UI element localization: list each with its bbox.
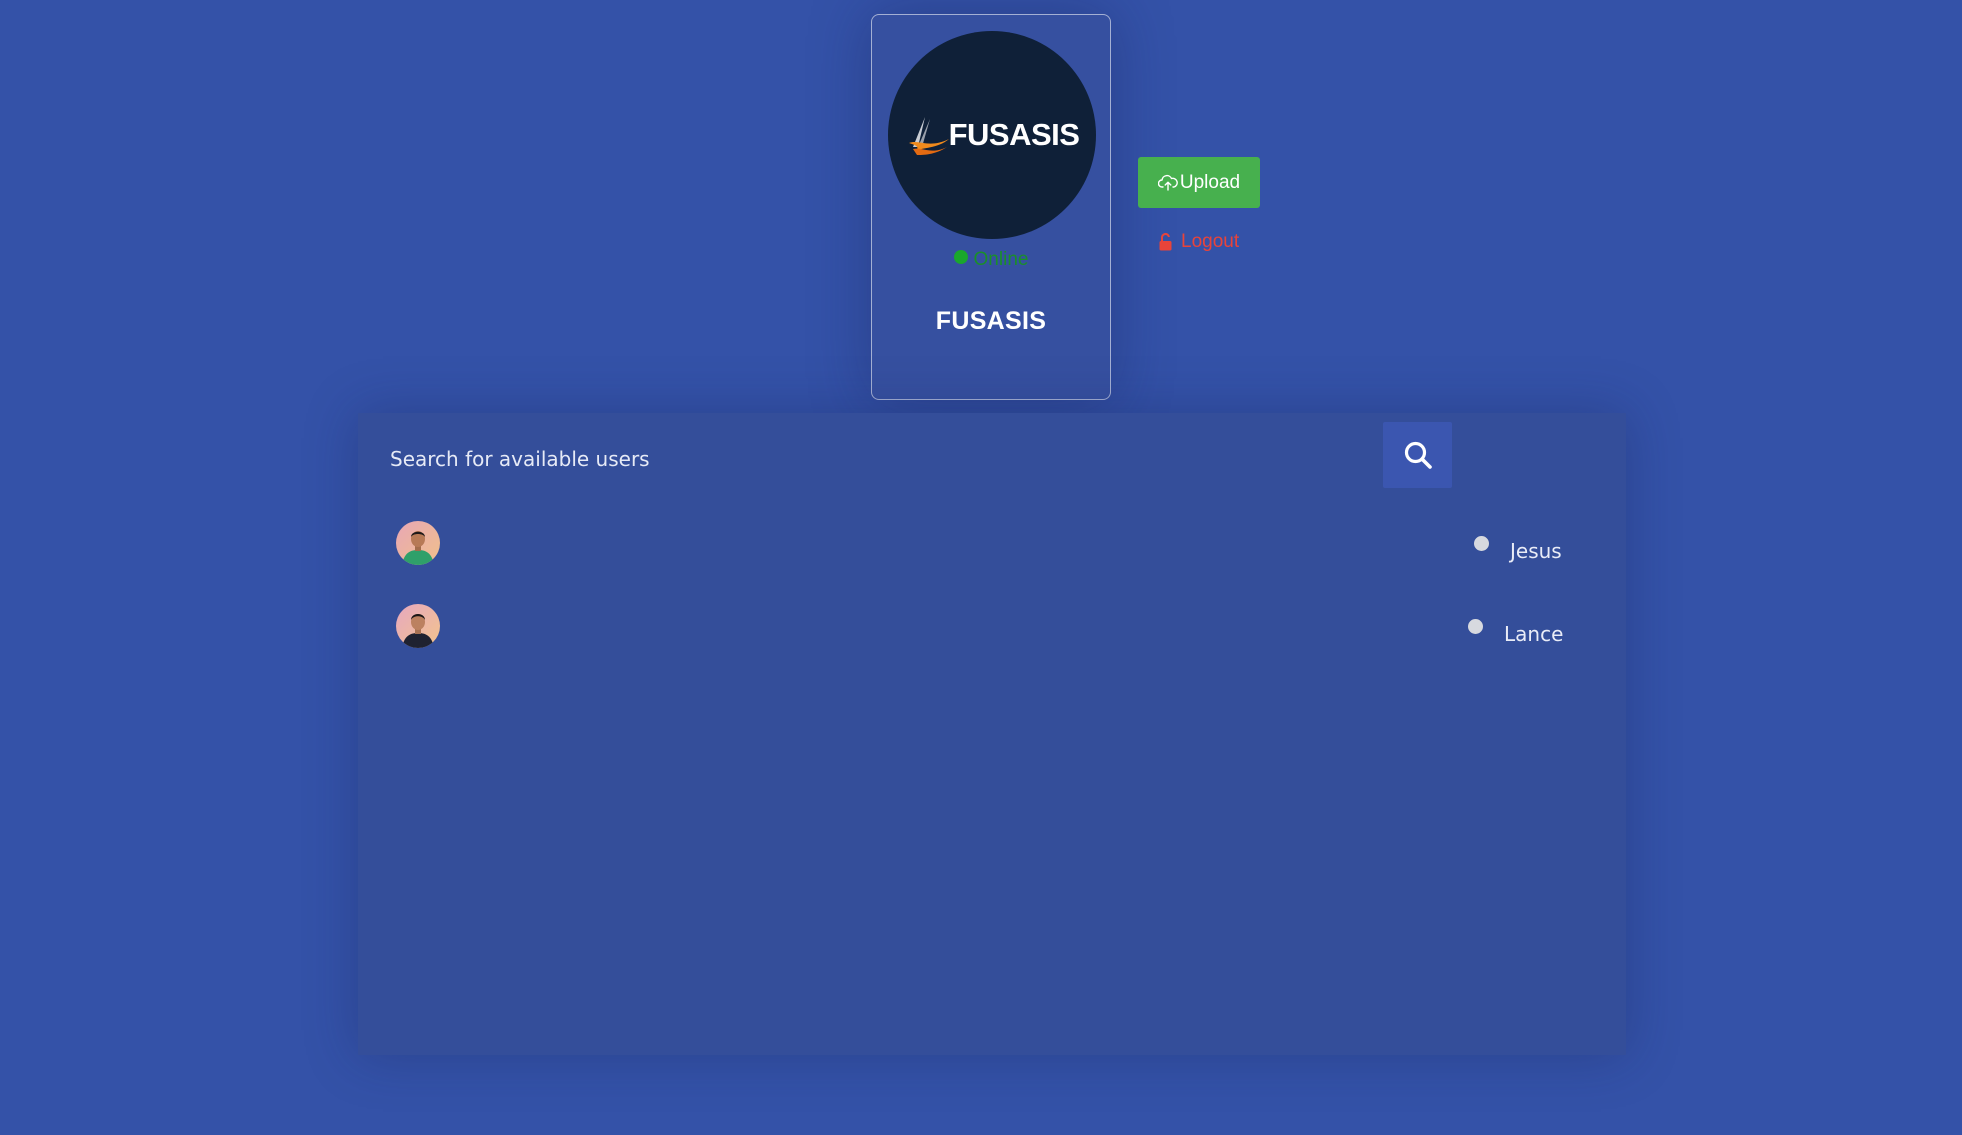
logout-label: Logout xyxy=(1181,231,1240,252)
profile-avatar: FUSASIS xyxy=(888,31,1096,239)
logo-swoosh-icon xyxy=(908,117,949,155)
presence-dot-icon xyxy=(1474,536,1489,551)
upload-label: Upload xyxy=(1179,171,1241,193)
user-photo-icon xyxy=(396,521,440,565)
user-list-item[interactable]: Jesus xyxy=(358,513,1626,573)
user-avatar[interactable] xyxy=(396,521,440,565)
fusasis-logo: FUSASIS xyxy=(905,113,1080,157)
logout-link[interactable]: Logout xyxy=(1158,231,1239,253)
user-photo-icon xyxy=(396,604,440,648)
user-name[interactable]: Jesus xyxy=(1510,539,1562,563)
search-icon xyxy=(1404,441,1432,469)
user-name[interactable]: Lance xyxy=(1504,622,1563,646)
user-list-item[interactable]: Lance xyxy=(358,596,1626,656)
profile-name: FUSASIS xyxy=(935,307,1047,335)
cloud-upload-icon xyxy=(1157,174,1178,191)
users-panel: Jesus Lance xyxy=(358,413,1626,1055)
profile-card: FUSASIS Online FUSASIS xyxy=(871,14,1111,400)
presence-dot-icon xyxy=(1468,619,1483,634)
user-avatar[interactable] xyxy=(396,604,440,648)
online-status: Online xyxy=(872,249,1110,271)
upload-button[interactable]: Upload xyxy=(1138,157,1260,208)
search-button[interactable] xyxy=(1383,422,1452,488)
unlock-icon xyxy=(1159,233,1172,251)
status-label: Online xyxy=(973,249,1029,270)
logo-text: FUSASIS xyxy=(948,117,1080,152)
online-dot-icon xyxy=(953,250,968,264)
search-input[interactable] xyxy=(390,429,1350,489)
